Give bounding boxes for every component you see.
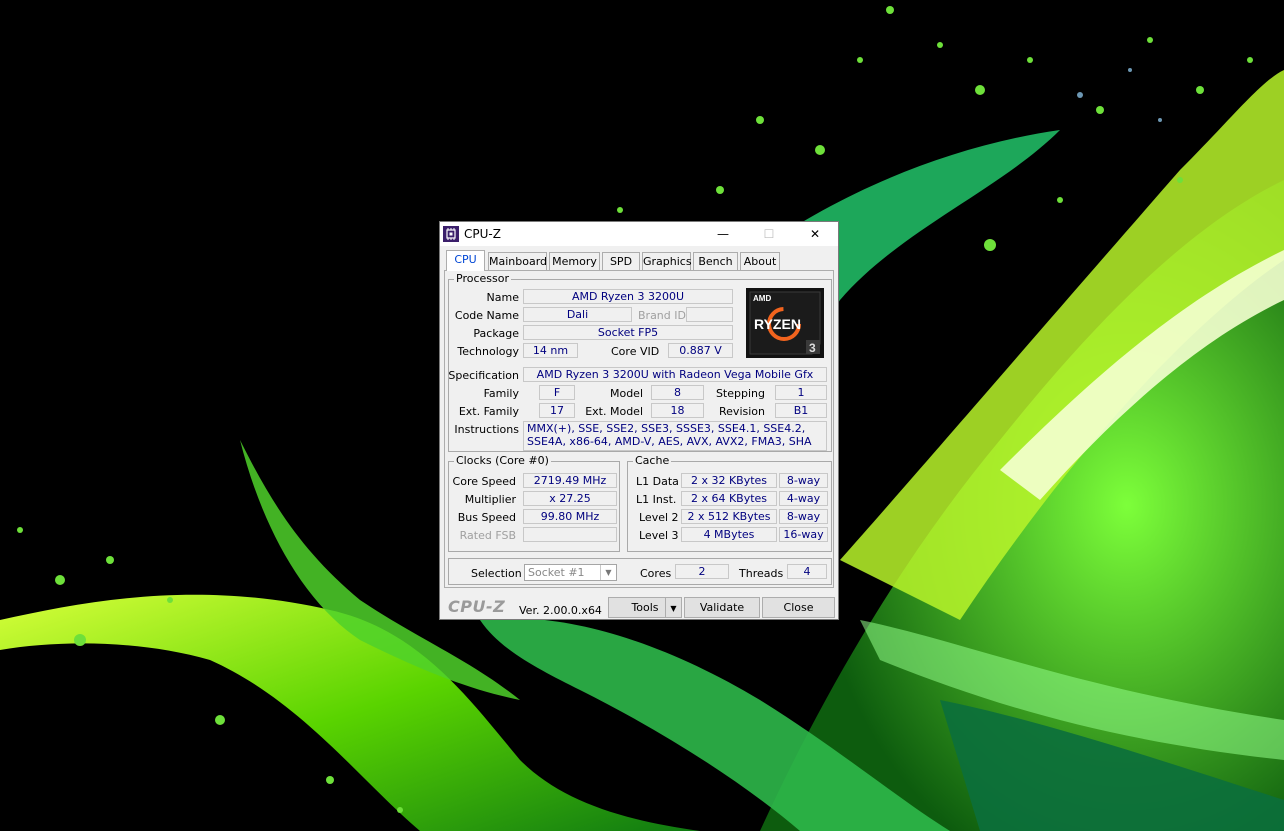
version-text: Ver. 2.00.0.x64 bbox=[519, 604, 602, 617]
cache-group-title: Cache bbox=[633, 454, 672, 467]
l1-inst-label: L1 Inst. bbox=[636, 493, 677, 506]
level2-value: 2 x 512 KBytes bbox=[681, 509, 777, 524]
specification-label: Specification bbox=[448, 369, 519, 382]
ext-family-value: 17 bbox=[539, 403, 575, 418]
model-value: 8 bbox=[651, 385, 704, 400]
amd-logo-text: AMD bbox=[753, 294, 771, 303]
core-vid-value: 0.887 V bbox=[668, 343, 733, 358]
bottom-bar: CPU-Z Ver. 2.00.0.x64 Tools ▼ Validate C… bbox=[440, 593, 838, 619]
title-bar[interactable]: CPU-Z — ☐ ✕ bbox=[440, 222, 838, 246]
core-vid-label: Core VID bbox=[611, 345, 660, 358]
technology-value: 14 nm bbox=[523, 343, 578, 358]
family-value: F bbox=[539, 385, 575, 400]
cache-group: Cache L1 Data 2 x 32 KBytes 8-way L1 Ins… bbox=[627, 454, 832, 552]
tab-about[interactable]: About bbox=[740, 252, 780, 270]
rated-fsb-label: Rated FSB bbox=[459, 529, 516, 542]
core-speed-value: 2719.49 MHz bbox=[523, 473, 617, 488]
tools-dropdown-button[interactable]: ▼ bbox=[665, 597, 682, 618]
cpu-tab-panel: Processor Name AMD Ryzen 3 3200U Code Na… bbox=[444, 270, 834, 588]
tab-memory[interactable]: Memory bbox=[549, 252, 600, 270]
family-label: Family bbox=[483, 387, 519, 400]
model-label: Model bbox=[609, 387, 643, 400]
ext-model-label: Ext. Model bbox=[585, 405, 643, 418]
tab-cpu[interactable]: CPU bbox=[446, 250, 485, 271]
brand-id-label: Brand ID bbox=[638, 309, 686, 322]
cpuz-brand-logo: CPU-Z bbox=[448, 597, 506, 616]
ext-model-value: 18 bbox=[651, 403, 704, 418]
tab-strip: CPU Mainboard Memory SPD Graphics Bench … bbox=[444, 250, 834, 271]
l1-inst-way: 4-way bbox=[779, 491, 828, 506]
name-label: Name bbox=[486, 291, 519, 304]
level2-way: 8-way bbox=[779, 509, 828, 524]
level3-way: 16-way bbox=[779, 527, 828, 542]
code-name-value: Dali bbox=[523, 307, 632, 322]
tools-label: Tools bbox=[631, 601, 659, 614]
stepping-label: Stepping bbox=[715, 387, 765, 400]
clocks-group-title: Clocks (Core #0) bbox=[454, 454, 551, 467]
package-value: Socket FP5 bbox=[523, 325, 733, 340]
tab-bench[interactable]: Bench bbox=[693, 252, 738, 270]
selection-group: Selection Socket #1 ▼ Cores 2 Threads 4 bbox=[448, 558, 832, 585]
bus-speed-label: Bus Speed bbox=[457, 511, 516, 524]
processor-group-title: Processor bbox=[454, 272, 511, 285]
ryzen-logo-text: RYZEN bbox=[754, 316, 801, 332]
close-button[interactable]: Close bbox=[762, 597, 835, 618]
revision-value: B1 bbox=[775, 403, 827, 418]
validate-button[interactable]: Validate bbox=[684, 597, 760, 618]
bus-speed-value: 99.80 MHz bbox=[523, 509, 617, 524]
processor-group: Processor Name AMD Ryzen 3 3200U Code Na… bbox=[448, 272, 832, 452]
l1-data-label: L1 Data bbox=[636, 475, 679, 488]
instructions-value: MMX(+), SSE, SSE2, SSE3, SSSE3, SSE4.1, … bbox=[523, 421, 827, 451]
threads-label: Threads bbox=[739, 567, 784, 580]
core-speed-label: Core Speed bbox=[452, 475, 516, 488]
ryzen-tier-text: 3 bbox=[809, 341, 816, 355]
cores-value: 2 bbox=[675, 564, 729, 579]
chevron-down-icon[interactable]: ▼ bbox=[600, 565, 616, 580]
package-label: Package bbox=[473, 327, 519, 340]
brand-id-value bbox=[686, 307, 733, 322]
code-name-label: Code Name bbox=[454, 309, 519, 322]
selection-label: Selection bbox=[471, 567, 522, 580]
l1-data-value: 2 x 32 KBytes bbox=[681, 473, 777, 488]
revision-label: Revision bbox=[719, 405, 765, 418]
name-value: AMD Ryzen 3 3200U bbox=[523, 289, 733, 304]
l1-data-way: 8-way bbox=[779, 473, 828, 488]
close-window-button[interactable]: ✕ bbox=[792, 222, 838, 246]
level3-label: Level 3 bbox=[639, 529, 679, 542]
clocks-group: Clocks (Core #0) Core Speed 2719.49 MHz … bbox=[448, 454, 620, 552]
specification-value: AMD Ryzen 3 3200U with Radeon Vega Mobil… bbox=[523, 367, 827, 382]
rated-fsb-value bbox=[523, 527, 617, 542]
minimize-button[interactable]: — bbox=[700, 222, 746, 246]
multiplier-value: x 27.25 bbox=[523, 491, 617, 506]
chevron-down-icon: ▼ bbox=[670, 604, 677, 613]
multiplier-label: Multiplier bbox=[464, 493, 516, 506]
tab-spd[interactable]: SPD bbox=[602, 252, 640, 270]
level3-value: 4 MBytes bbox=[681, 527, 777, 542]
amd-ryzen-logo: AMD RYZEN 3 bbox=[746, 288, 824, 358]
technology-label: Technology bbox=[457, 345, 519, 358]
tab-graphics[interactable]: Graphics bbox=[642, 252, 692, 270]
cpuz-app-icon bbox=[443, 226, 459, 242]
tab-mainboard[interactable]: Mainboard bbox=[488, 252, 547, 270]
cores-label: Cores bbox=[640, 567, 672, 580]
l1-inst-value: 2 x 64 KBytes bbox=[681, 491, 777, 506]
socket-select[interactable]: Socket #1 ▼ bbox=[524, 564, 617, 581]
level2-label: Level 2 bbox=[639, 511, 679, 524]
cpuz-window: CPU-Z — ☐ ✕ CPU Mainboard Memory SPD Gra… bbox=[439, 221, 839, 620]
instructions-label: Instructions bbox=[454, 423, 519, 436]
maximize-button[interactable]: ☐ bbox=[746, 222, 792, 246]
threads-value: 4 bbox=[787, 564, 827, 579]
ext-family-label: Ext. Family bbox=[458, 405, 519, 418]
window-title: CPU-Z bbox=[464, 227, 501, 241]
stepping-value: 1 bbox=[775, 385, 827, 400]
socket-select-value: Socket #1 bbox=[528, 566, 585, 579]
